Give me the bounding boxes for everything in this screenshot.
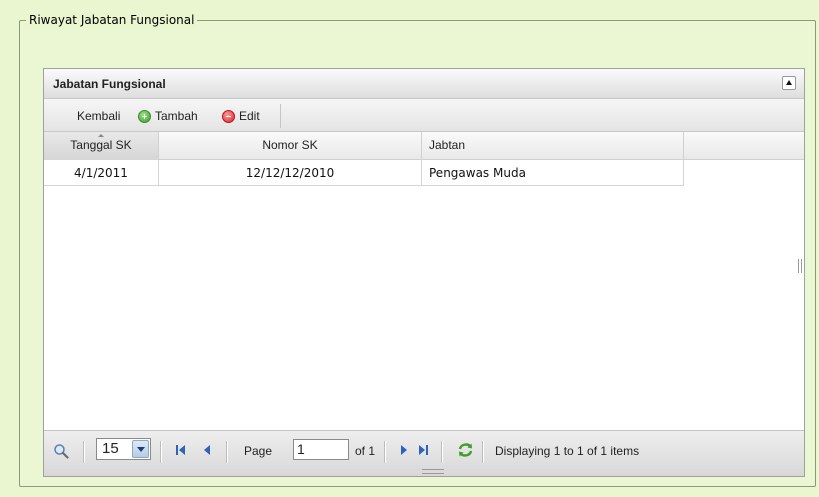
edit-button-label: Edit [239,109,260,123]
add-button-label: Tambah [155,109,198,123]
pager-separator [160,441,162,463]
cell-nomor-sk: 12/12/12/2010 [159,160,422,186]
page-size-value: 15 [102,440,119,457]
edit-button[interactable]: Edit [222,108,260,124]
column-header-label: Nomor SK [262,138,318,152]
back-button-label: Kembali [77,109,121,123]
chevron-down-icon [132,440,149,458]
sort-asc-icon [98,134,104,137]
back-button[interactable]: Kembali [77,108,120,124]
toolbar-separator [280,104,281,128]
page-number-input[interactable]: 1 [293,439,349,460]
panel-title: Jabatan Fungsional [53,77,166,91]
page-of-label: of 1 [355,444,376,458]
column-header-tanggal-sk[interactable]: Tanggal SK [44,132,159,160]
add-button[interactable]: Tambah [138,108,198,124]
fieldset-legend: Riwayat Jabatan Fungsional [26,12,198,28]
pager-separator [226,441,228,463]
first-page-icon[interactable] [175,444,187,456]
table-row[interactable]: 4/1/2011 12/12/12/2010 Pengawas Muda [44,160,684,186]
magnifier-icon[interactable] [53,443,69,459]
panel-header: Jabatan Fungsional [44,69,804,99]
remove-circle-icon [222,109,235,123]
cell-jabatan: Pengawas Muda [422,160,684,186]
column-header-label: Tanggal SK [70,138,132,152]
grid-toolbar: Kembali Tambah Edit [44,99,804,132]
pager-status: Displaying 1 to 1 of 1 items [495,444,640,458]
column-header-jabatan[interactable]: Jabtan [422,132,684,160]
next-page-icon[interactable] [399,444,409,456]
add-circle-icon [138,109,151,123]
page-size-select[interactable]: 15 [96,438,151,460]
column-header-label: Jabtan [429,138,466,152]
pager-separator [482,441,484,463]
collapse-up-icon[interactable] [782,76,796,90]
pager-separator [384,441,386,463]
refresh-icon[interactable] [457,442,474,458]
resize-handle-vertical[interactable] [798,259,802,273]
page-label: Page [244,444,273,458]
pagination-bar: 15 Page 1 of 1 Displaying 1 to 1 of 1 it… [44,430,804,476]
pager-separator [83,441,85,463]
column-header-nomor-sk[interactable]: Nomor SK [159,132,422,160]
pager-separator [441,441,443,463]
last-page-icon[interactable] [417,444,429,456]
resize-handle-horizontal[interactable] [422,469,444,474]
jabatan-grid-panel: Jabatan Fungsional Kembali Tambah Edit T… [43,68,805,477]
grid-header: Tanggal SK Nomor SK Jabtan [44,132,804,160]
prev-page-icon[interactable] [202,444,212,456]
cell-tanggal-sk: 4/1/2011 [44,160,159,186]
grid-body [44,186,804,430]
